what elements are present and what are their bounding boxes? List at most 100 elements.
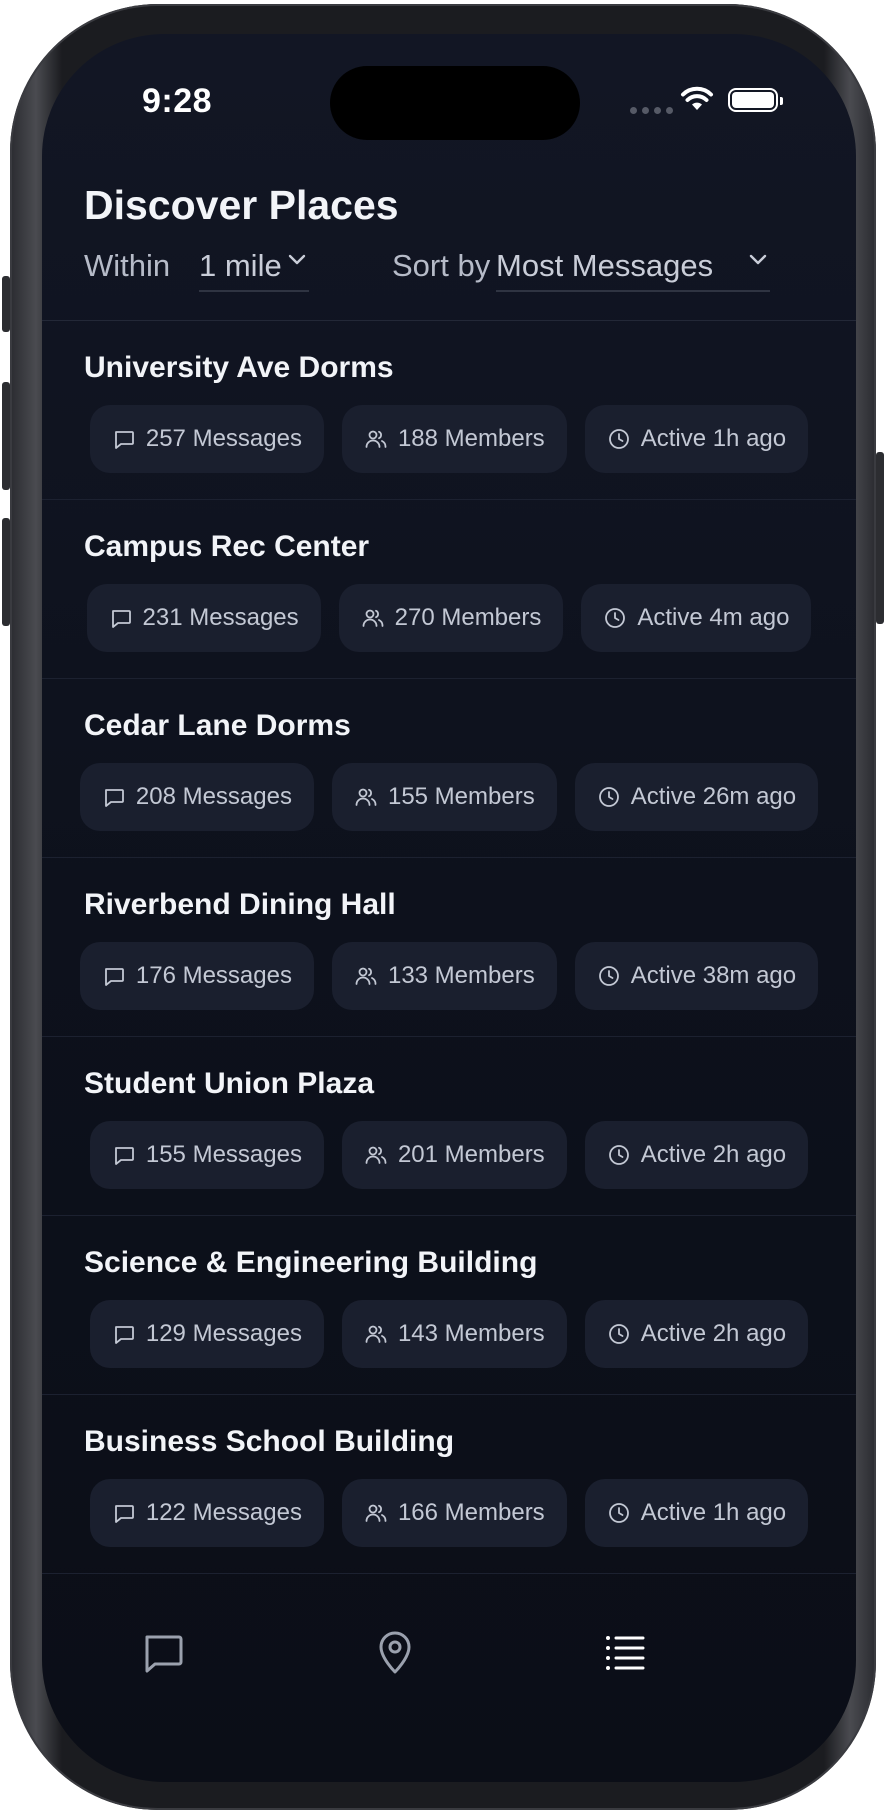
phone-frame: 9:28 Discover Places Within 1 mile Sort …	[2, 4, 884, 1810]
messages-chip: 176 Messages	[79, 942, 314, 1010]
activity-chip: Active 4m ago	[581, 584, 812, 652]
members-chip: 155 Members	[331, 763, 557, 831]
members-icon	[362, 609, 384, 627]
messages-count: 129 Messages	[145, 1320, 302, 1347]
places-list: University Ave Dorms 257 Messages 188 Memb…	[42, 321, 856, 1574]
tab-list[interactable]	[595, 1622, 655, 1682]
members-chip: 270 Members	[338, 584, 564, 652]
clock-icon	[608, 1324, 629, 1344]
tab-bar	[42, 1622, 856, 1692]
place-name: Science & Engineering Building	[84, 1246, 538, 1279]
last-active: Active 1h ago	[640, 425, 787, 452]
clock-icon	[598, 966, 619, 986]
place-row[interactable]: Campus Rec Center 231 Messages 270 Members…	[42, 500, 856, 679]
place-row[interactable]: Cedar Lane Dorms 208 Messages 155 Members A…	[42, 679, 856, 858]
place-name: Campus Rec Center	[84, 530, 370, 563]
distance-select-value: 1 mile	[199, 248, 282, 283]
members-count: 270 Members	[394, 604, 542, 631]
activity-chip: Active 38m ago	[574, 942, 819, 1010]
tab-map[interactable]	[365, 1622, 425, 1682]
last-active: Active 1h ago	[640, 1499, 787, 1526]
app-screen: 9:28 Discover Places Within 1 mile Sort …	[42, 34, 856, 1782]
place-name: Business School Building	[84, 1425, 455, 1458]
place-row[interactable]: University Ave Dorms 257 Messages 188 Memb…	[42, 321, 856, 500]
cellular-signal-icon	[630, 107, 673, 114]
clock-icon	[608, 1503, 629, 1523]
place-name: Riverbend Dining Hall	[84, 888, 396, 921]
battery-icon	[728, 88, 783, 112]
last-active: Active 4m ago	[637, 604, 790, 631]
members-count: 143 Members	[397, 1320, 545, 1347]
place-stats: 257 Messages 188 Members Active 1h ago	[42, 405, 856, 473]
volume-down-button	[2, 518, 10, 626]
power-button	[876, 452, 884, 624]
last-active: Active 2h ago	[640, 1141, 787, 1168]
place-row[interactable]: Riverbend Dining Hall 176 Messages 133 Mem…	[42, 858, 856, 1037]
filter-bar: Within 1 mile Sort by Most Messages	[84, 248, 814, 306]
members-icon	[365, 1146, 387, 1164]
clock-icon	[605, 608, 626, 628]
chevron-down-icon	[749, 254, 767, 265]
place-stats: 208 Messages 155 Members Active 26m ago	[42, 763, 856, 831]
messages-count: 122 Messages	[145, 1499, 302, 1526]
members-chip: 201 Members	[341, 1121, 567, 1189]
members-icon	[365, 1504, 387, 1522]
status-time: 9:28	[142, 82, 213, 120]
members-chip: 133 Members	[331, 942, 557, 1010]
message-icon	[104, 968, 124, 986]
message-icon	[111, 610, 131, 628]
activity-chip: Active 26m ago	[574, 763, 819, 831]
place-stats: 122 Messages 166 Members Active 1h ago	[42, 1479, 856, 1547]
last-active: Active 26m ago	[630, 783, 797, 810]
members-icon	[365, 430, 387, 448]
members-count: 166 Members	[397, 1499, 545, 1526]
sort-select[interactable]: Most Messages	[496, 248, 770, 292]
messages-count: 231 Messages	[142, 604, 299, 631]
sort-label: Sort by	[392, 248, 491, 283]
messages-count: 208 Messages	[135, 783, 292, 810]
clock-icon	[608, 429, 629, 449]
messages-count: 257 Messages	[145, 425, 302, 452]
messages-chip: 257 Messages	[89, 405, 324, 473]
place-stats: 176 Messages 133 Members Active 38m ago	[42, 942, 856, 1010]
members-count: 133 Members	[387, 962, 535, 989]
messages-count: 176 Messages	[135, 962, 292, 989]
place-row[interactable]: Student Union Plaza 155 Messages 201 Membe…	[42, 1037, 856, 1216]
messages-chip: 208 Messages	[79, 763, 314, 831]
place-row[interactable]: Business School Building 122 Messages 166 …	[42, 1395, 856, 1574]
volume-up-button	[2, 382, 10, 490]
members-count: 188 Members	[397, 425, 545, 452]
chat-icon	[145, 1635, 183, 1673]
last-active: Active 38m ago	[630, 962, 797, 989]
dynamic-island	[330, 66, 580, 140]
list-icon	[606, 1636, 645, 1670]
members-icon	[365, 1325, 387, 1343]
place-row[interactable]: Science & Engineering Building 129 Messag…	[42, 1216, 856, 1395]
members-count: 201 Members	[397, 1141, 545, 1168]
activity-chip: Active 2h ago	[584, 1300, 809, 1368]
distance-select[interactable]: 1 mile	[199, 248, 309, 292]
last-active: Active 2h ago	[640, 1320, 787, 1347]
members-icon	[355, 967, 377, 985]
place-name: University Ave Dorms	[84, 351, 394, 384]
page-title: Discover Places	[84, 182, 399, 228]
message-icon	[114, 1505, 134, 1523]
place-name: Student Union Plaza	[84, 1067, 375, 1100]
messages-count: 155 Messages	[145, 1141, 302, 1168]
activity-chip: Active 1h ago	[584, 1479, 809, 1547]
members-chip: 143 Members	[341, 1300, 567, 1368]
activity-chip: Active 1h ago	[584, 405, 809, 473]
clock-icon	[598, 787, 619, 807]
tab-chats[interactable]	[133, 1622, 193, 1682]
message-icon	[114, 431, 134, 449]
messages-chip: 155 Messages	[89, 1121, 324, 1189]
members-count: 155 Members	[387, 783, 535, 810]
members-chip: 166 Members	[341, 1479, 567, 1547]
clock-icon	[608, 1145, 629, 1165]
message-icon	[104, 789, 124, 807]
members-icon	[355, 788, 377, 806]
chevron-down-icon	[288, 254, 306, 265]
message-icon	[114, 1326, 134, 1344]
within-label: Within	[84, 248, 171, 283]
messages-chip: 129 Messages	[89, 1300, 324, 1368]
